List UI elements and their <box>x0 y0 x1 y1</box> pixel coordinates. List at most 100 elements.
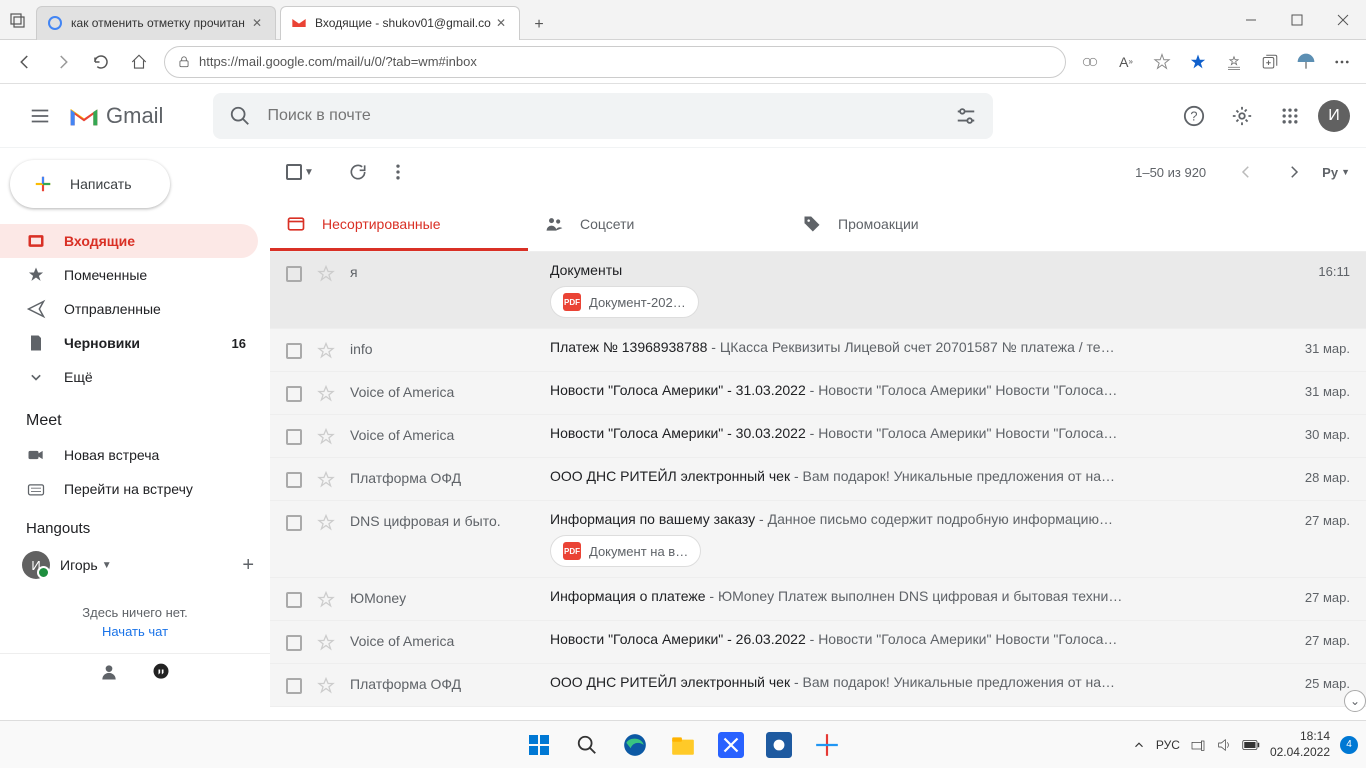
compose-button[interactable]: Написать <box>10 160 170 208</box>
sidebar-item-more[interactable]: Ещё <box>0 360 258 394</box>
checkbox[interactable] <box>286 515 302 531</box>
maximize-button[interactable] <box>1274 0 1320 40</box>
star-icon[interactable] <box>316 384 336 404</box>
email-row[interactable]: Voice of AmericaНовости "Голоса Америки"… <box>270 621 1366 664</box>
email-row[interactable]: яДокументыPDFДокумент-202…16:11 <box>270 252 1366 329</box>
search-input[interactable] <box>267 107 955 125</box>
sidebar-item-sent[interactable]: Отправленные <box>0 292 258 326</box>
star-icon[interactable] <box>316 427 336 447</box>
star-icon[interactable] <box>316 264 336 284</box>
new-tab-button[interactable]: + <box>524 10 554 40</box>
email-row[interactable]: Voice of AmericaНовости "Голоса Америки"… <box>270 372 1366 415</box>
email-row[interactable]: Voice of AmericaНовости "Голоса Америки"… <box>270 415 1366 458</box>
prev-page-button[interactable] <box>1226 152 1266 192</box>
person-icon[interactable] <box>99 662 119 682</box>
minimize-button[interactable] <box>1228 0 1274 40</box>
scroll-affordance[interactable]: ⌄ <box>1344 690 1366 712</box>
star-icon[interactable] <box>316 341 336 361</box>
sidebar-item-drafts[interactable]: Черновики 16 <box>0 326 258 360</box>
star-icon[interactable] <box>316 470 336 490</box>
volume-icon[interactable] <box>1216 737 1232 753</box>
star-icon[interactable] <box>1144 44 1180 80</box>
app-icon-1[interactable] <box>711 725 751 765</box>
checkbox[interactable] <box>286 592 302 608</box>
checkbox[interactable] <box>286 429 302 445</box>
menu-button[interactable] <box>16 92 64 140</box>
input-lang[interactable]: Ру▼ <box>1322 165 1350 180</box>
date: 25 мар. <box>1305 676 1350 691</box>
network-icon[interactable] <box>1190 737 1206 753</box>
tray-chevron-icon[interactable] <box>1132 738 1146 752</box>
explorer-icon[interactable] <box>663 725 703 765</box>
help-icon[interactable]: ? <box>1174 96 1214 136</box>
sidebar-item-starred[interactable]: Помеченные <box>0 258 258 292</box>
close-icon[interactable]: ✕ <box>493 16 509 30</box>
apps-icon[interactable] <box>1270 96 1310 136</box>
email-row[interactable]: Платформа ОФДООО ДНС РИТЕЙЛ электронный … <box>270 664 1366 707</box>
search-taskbar-icon[interactable] <box>567 725 607 765</box>
star-icon[interactable] <box>316 590 336 610</box>
meet-new[interactable]: Новая встреча <box>0 438 258 472</box>
notification-badge[interactable]: 4 <box>1340 736 1358 754</box>
attachment-chip[interactable]: PDFДокумент на в… <box>550 535 701 567</box>
settings-icon[interactable] <box>1222 96 1262 136</box>
favorite-icon[interactable] <box>1180 44 1216 80</box>
email-row[interactable]: infoПлатеж № 13968938788 - ЦКасса Реквиз… <box>270 329 1366 372</box>
tab-promo[interactable]: Промоакции <box>786 196 1044 251</box>
next-page-button[interactable] <box>1274 152 1314 192</box>
language-indicator[interactable]: РУС <box>1156 738 1180 752</box>
tune-icon[interactable] <box>955 105 977 127</box>
umbrella-icon[interactable] <box>1288 44 1324 80</box>
browser-tab-0[interactable]: как отменить отметку прочитан ✕ <box>36 6 276 40</box>
email-row[interactable]: DNS цифровая и быто.Информация по вашему… <box>270 501 1366 578</box>
checkbox[interactable] <box>286 472 302 488</box>
home-button[interactable] <box>120 43 158 81</box>
star-icon[interactable] <box>316 513 336 533</box>
account-avatar[interactable]: И <box>1318 100 1350 132</box>
attachment-chip[interactable]: PDFДокумент-202… <box>550 286 699 318</box>
checkbox[interactable] <box>286 266 302 282</box>
checkbox[interactable] <box>286 678 302 694</box>
snip-icon[interactable] <box>807 725 847 765</box>
email-row[interactable]: Платформа ОФДООО ДНС РИТЕЙЛ электронный … <box>270 458 1366 501</box>
battery-icon[interactable] <box>1242 739 1260 751</box>
start-chat-link[interactable]: Начать чат <box>16 624 254 639</box>
refresh-button[interactable] <box>82 43 120 81</box>
hangouts-add[interactable]: + <box>242 554 254 577</box>
app-icon-2[interactable] <box>759 725 799 765</box>
read-aloud-icon[interactable]: A» <box>1108 44 1144 80</box>
link-icon[interactable] <box>1072 44 1108 80</box>
star-icon[interactable] <box>316 633 336 653</box>
start-button[interactable] <box>519 725 559 765</box>
datetime[interactable]: 18:14 02.04.2022 <box>1270 729 1330 760</box>
close-window-button[interactable] <box>1320 0 1366 40</box>
star-icon[interactable] <box>316 676 336 696</box>
search-bar[interactable] <box>213 93 993 139</box>
sidebar-item-inbox[interactable]: Входящие <box>0 224 258 258</box>
email-row[interactable]: ЮMoneyИнформация о платеже - ЮMoney Плат… <box>270 578 1366 621</box>
tab-social[interactable]: Соцсети <box>528 196 786 251</box>
back-button[interactable] <box>6 43 44 81</box>
close-icon[interactable]: ✕ <box>249 16 265 30</box>
checkbox[interactable] <box>286 635 302 651</box>
favorites-list-icon[interactable] <box>1216 44 1252 80</box>
hangouts-icon[interactable] <box>151 662 171 682</box>
checkbox[interactable] <box>286 343 302 359</box>
subject: Платеж № 13968938788 <box>550 339 707 355</box>
chevron-down-icon[interactable]: ▼ <box>102 560 112 571</box>
address-bar[interactable]: https://mail.google.com/mail/u/0/?tab=wm… <box>164 46 1066 78</box>
select-all[interactable]: ▼ <box>286 164 314 180</box>
tab-primary[interactable]: Несортированные <box>270 196 528 251</box>
more-button[interactable] <box>378 152 418 192</box>
refresh-button[interactable] <box>338 152 378 192</box>
more-icon[interactable] <box>1324 44 1360 80</box>
browser-tab-1[interactable]: Входящие - shukov01@gmail.co ✕ <box>280 6 520 40</box>
meet-join[interactable]: Перейти на встречу <box>0 472 258 506</box>
collections-icon[interactable] <box>1252 44 1288 80</box>
gmail-logo[interactable]: Gmail <box>68 103 163 129</box>
hangouts-user[interactable]: И Игорь ▼ + <box>0 545 270 585</box>
forward-button[interactable] <box>44 43 82 81</box>
tab-actions-button[interactable] <box>0 2 36 38</box>
checkbox[interactable] <box>286 386 302 402</box>
edge-icon[interactable] <box>615 725 655 765</box>
